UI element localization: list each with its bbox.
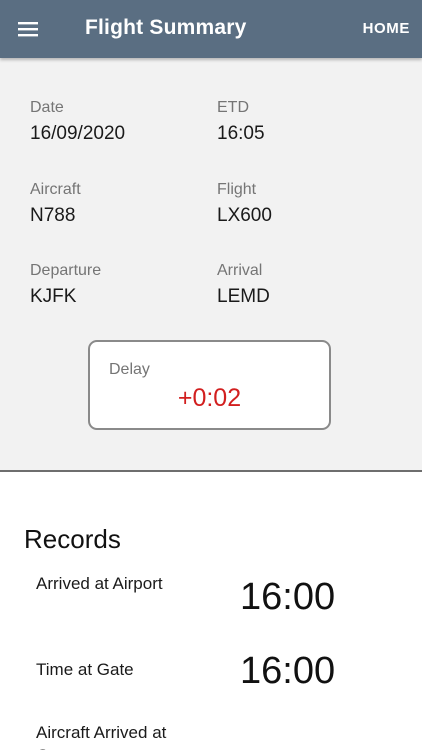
date-value: 16/09/2020 — [30, 123, 126, 144]
delay-value: +0:02 — [177, 384, 242, 412]
etd-field: ETD 16:05 — [217, 99, 265, 145]
aircraft-label: Aircraft — [30, 181, 81, 198]
date-field: Date 16/09/2020 — [30, 99, 125, 145]
flight-field: Flight LX600 — [217, 181, 272, 227]
record-time-time-at-gate[interactable]: 16:00 — [240, 650, 335, 693]
etd-label: ETD — [217, 99, 249, 116]
delay-label: Delay — [109, 361, 150, 378]
record-label-aircraft-arrived-at-gate: Aircraft Arrived at Gate — [36, 723, 167, 750]
delay-card: Delay +0:02 — [88, 340, 331, 430]
flight-label: Flight — [217, 181, 257, 198]
record-time-arrived-at-airport[interactable]: 16:00 — [240, 576, 335, 619]
arrival-value: LEMD — [217, 286, 270, 307]
hamburger-menu-icon — [18, 22, 38, 37]
etd-value: 16:05 — [217, 123, 265, 144]
record-label-arrived-at-airport: Arrived at Airport — [36, 574, 163, 593]
arrival-field: Arrival LEMD — [217, 262, 270, 308]
menu-button[interactable] — [14, 15, 44, 43]
departure-field: Departure KJFK — [30, 262, 101, 308]
home-button[interactable]: HOME — [363, 20, 410, 37]
aircraft-value: N788 — [30, 205, 76, 226]
page-title: Flight Summary — [85, 16, 247, 39]
arrival-label: Arrival — [217, 262, 263, 279]
records-section: Records Arrived at Airport 16:00 Time at… — [0, 472, 422, 750]
records-title: Records — [24, 524, 121, 554]
departure-label: Departure — [30, 262, 102, 279]
date-label: Date — [30, 99, 64, 116]
record-label-time-at-gate: Time at Gate — [36, 660, 134, 679]
aircraft-field: Aircraft N788 — [30, 181, 81, 227]
flight-value: LX600 — [217, 205, 272, 226]
app-bar: Flight Summary HOME — [0, 0, 422, 58]
departure-value: KJFK — [30, 286, 77, 307]
